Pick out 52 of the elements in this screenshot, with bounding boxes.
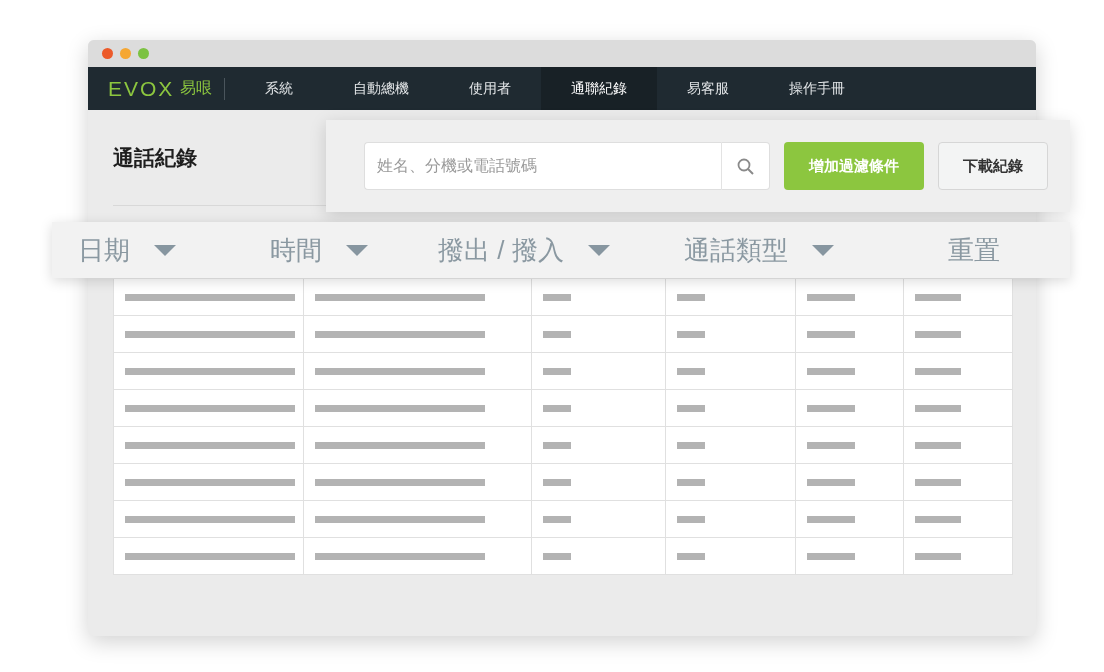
search-field[interactable]: 姓名、分機或電話號碼	[364, 142, 722, 190]
placeholder-bar	[543, 552, 571, 560]
nav-tab[interactable]: 自動總機	[323, 67, 440, 110]
nav-tab[interactable]: 易客服	[657, 67, 760, 110]
placeholder-bar	[677, 404, 705, 412]
placeholder-bar	[807, 293, 855, 301]
placeholder-bar	[543, 330, 571, 338]
minimize-dot[interactable]	[120, 48, 131, 59]
caret-icon[interactable]	[587, 244, 610, 256]
placeholder-bar	[543, 293, 571, 301]
placeholder-bar	[915, 478, 961, 486]
placeholder-bar	[915, 367, 961, 375]
placeholder-bar	[915, 404, 961, 412]
placeholder-bar	[677, 441, 705, 449]
placeholder-bar	[677, 293, 705, 301]
placeholder-bar	[807, 404, 855, 412]
nav-tab[interactable]: 使用者	[439, 67, 542, 110]
placeholder-bar	[543, 515, 571, 523]
placeholder-bar	[915, 441, 961, 449]
placeholder-bar	[677, 552, 705, 560]
logo-suffix: 易哏	[180, 78, 213, 98]
placeholder-bar	[677, 367, 705, 375]
placeholder-bar	[543, 367, 571, 375]
placeholder-bar	[915, 293, 961, 301]
placeholder-bar	[543, 478, 571, 486]
caret-icon[interactable]	[812, 244, 834, 256]
caret-icon[interactable]	[346, 244, 368, 256]
placeholder-bar	[677, 515, 705, 523]
placeholder-bar	[543, 404, 571, 412]
placeholder-bar	[915, 515, 961, 523]
placeholder-bar	[915, 330, 961, 338]
placeholder-bar	[677, 330, 705, 338]
nav-tab[interactable]: 系統	[235, 67, 324, 110]
nav-tab[interactable]: 通聯紀錄	[541, 67, 658, 110]
nav-tab[interactable]: 操作手冊	[759, 67, 876, 110]
placeholder-bar	[807, 441, 855, 449]
search-button[interactable]	[722, 142, 770, 190]
caret-icon[interactable]	[154, 244, 176, 256]
placeholder-bar	[807, 515, 855, 523]
search-icon[interactable]	[737, 157, 754, 175]
zoom-dot[interactable]	[138, 48, 149, 59]
placeholder-bar	[677, 478, 705, 486]
placeholder-bar	[807, 330, 855, 338]
logo-text: EVOX	[108, 76, 175, 101]
placeholder-bar	[807, 367, 855, 375]
page-title: 通話紀錄	[113, 144, 197, 171]
placeholder-bar	[543, 441, 571, 449]
placeholder-bar	[807, 552, 855, 560]
download-button[interactable]: 下載紀錄	[938, 142, 1048, 190]
placeholder-bar	[915, 552, 961, 560]
close-dot[interactable]	[102, 48, 113, 59]
placeholder-bar	[807, 478, 855, 486]
